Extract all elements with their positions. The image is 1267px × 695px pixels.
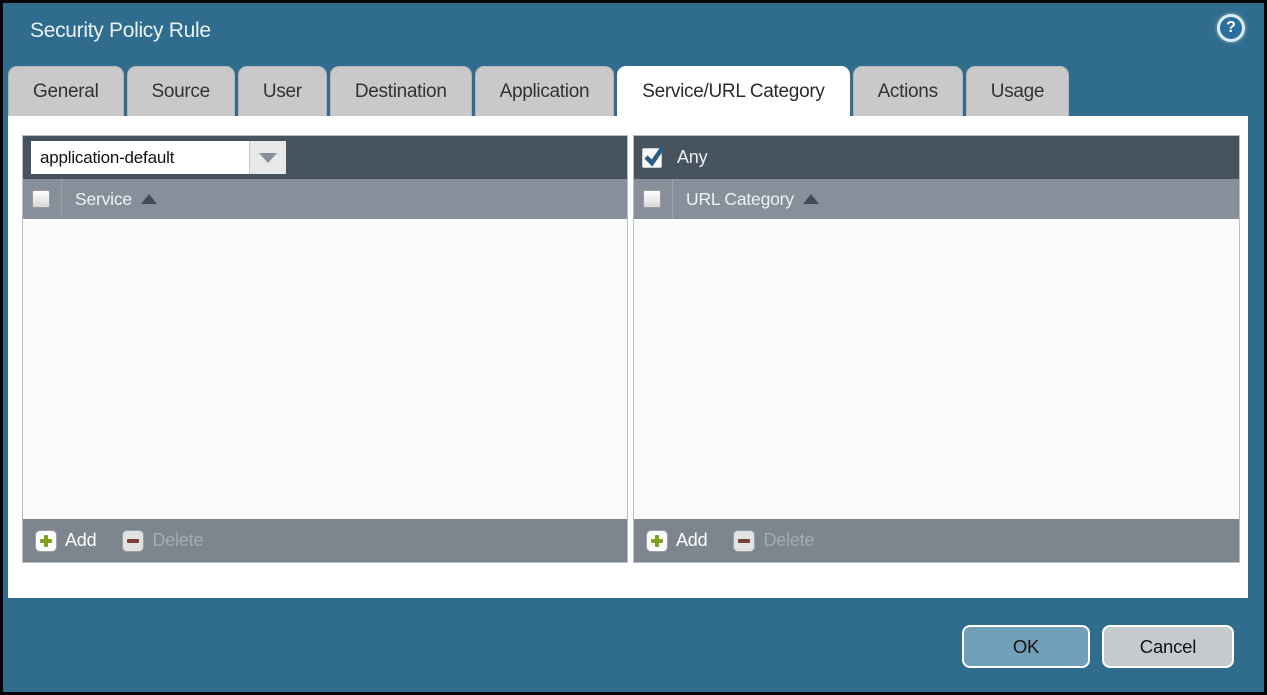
checkmark-icon [642, 144, 666, 168]
add-service-button[interactable]: Add [35, 530, 96, 552]
tab-application[interactable]: Application [475, 66, 615, 116]
url-category-panel: Any URL Category Add Delet [633, 135, 1240, 563]
service-type-dropdown[interactable]: application-default [31, 141, 286, 174]
url-category-list[interactable] [634, 219, 1239, 519]
ok-button[interactable]: OK [962, 625, 1090, 668]
service-footer: Add Delete [23, 519, 627, 562]
delete-icon [733, 530, 755, 552]
sort-ascending-icon [141, 194, 157, 204]
select-all-services-checkbox[interactable] [32, 190, 50, 208]
add-url-category-button[interactable]: Add [646, 530, 707, 552]
service-table-header: Service [23, 179, 627, 219]
delete-url-category-button[interactable]: Delete [733, 530, 814, 552]
url-category-column-header[interactable]: URL Category [686, 189, 794, 210]
column-divider [61, 179, 62, 219]
tab-destination[interactable]: Destination [330, 66, 472, 116]
tab-source[interactable]: Source [127, 66, 235, 116]
url-category-table-header: URL Category [634, 179, 1239, 219]
delete-service-button[interactable]: Delete [122, 530, 203, 552]
column-divider [672, 179, 673, 219]
add-icon [646, 530, 668, 552]
service-panel: application-default Service [22, 135, 628, 563]
dropdown-arrow-button[interactable] [249, 141, 286, 174]
security-policy-rule-dialog: Security Policy Rule ? General Source Us… [0, 0, 1267, 695]
tab-actions[interactable]: Actions [853, 66, 963, 116]
title-bar: Security Policy Rule ? [3, 3, 1264, 65]
help-icon[interactable]: ? [1217, 14, 1245, 42]
tab-content-service-url-category: application-default Service [8, 116, 1248, 598]
sort-ascending-icon [803, 194, 819, 204]
tab-service-url-category[interactable]: Service/URL Category [617, 66, 849, 116]
chevron-down-icon [259, 153, 277, 163]
any-label: Any [677, 147, 707, 168]
tab-bar: General Source User Destination Applicat… [8, 66, 1069, 116]
tab-user[interactable]: User [238, 66, 327, 116]
cancel-button[interactable]: Cancel [1102, 625, 1234, 668]
panels-container: application-default Service [22, 135, 1240, 563]
url-category-toolbar: Any [634, 136, 1239, 179]
delete-icon [122, 530, 144, 552]
service-toolbar: application-default [23, 136, 627, 179]
add-icon [35, 530, 57, 552]
dialog-title: Security Policy Rule [30, 19, 211, 43]
tab-general[interactable]: General [8, 66, 124, 116]
service-type-dropdown-value[interactable]: application-default [31, 141, 249, 174]
any-checkbox[interactable] [642, 148, 662, 168]
tab-usage[interactable]: Usage [966, 66, 1069, 116]
service-column-header[interactable]: Service [75, 189, 132, 210]
url-category-footer: Add Delete [634, 519, 1239, 562]
service-list[interactable] [23, 219, 627, 519]
select-all-url-categories-checkbox[interactable] [643, 190, 661, 208]
